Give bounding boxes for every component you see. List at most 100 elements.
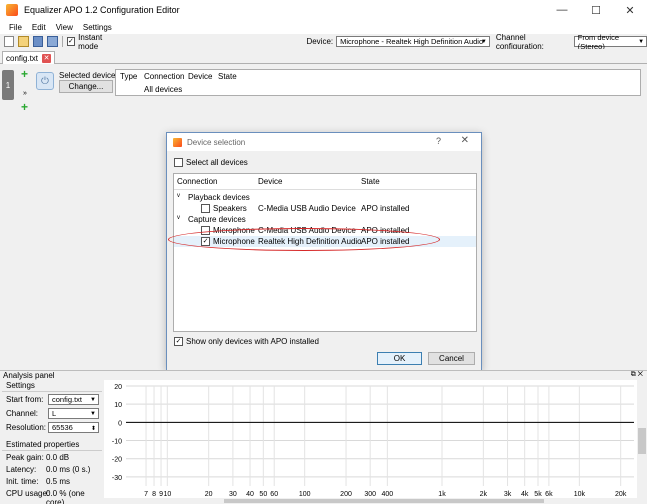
device-checkbox[interactable]: ✓ [201, 237, 210, 246]
new-file-icon[interactable] [4, 36, 15, 47]
expand-arrow-icon[interactable]: v [177, 215, 180, 221]
channel-config-select[interactable]: From device (Stereo) ▼ [573, 33, 647, 51]
tab-strip: config.txt ✕ [0, 49, 647, 64]
device-row-selected[interactable]: ✓ Microphone Realtek High Definition Aud… [174, 236, 476, 247]
resolution-spinbox[interactable]: 65536 ⬍ [48, 422, 99, 433]
h-scrollbar-thumb [224, 499, 544, 503]
window-title: Equalizer APO 1.2 Configuration Editor [24, 5, 180, 15]
dialog-title: Device selection [187, 137, 246, 147]
x-tick-label: 4k [521, 491, 529, 498]
help-icon[interactable]: ? [436, 136, 441, 146]
x-tick-label: 300 [364, 491, 376, 498]
start-from-select[interactable]: config.txt ▼ [48, 394, 99, 405]
device-row[interactable]: Microphone C-Media USB Audio Device APO … [174, 225, 476, 236]
column-state: State [361, 177, 380, 186]
chevron-down-icon: ▼ [90, 411, 96, 417]
column-type: Type [120, 72, 138, 81]
device-label: Device: [306, 37, 334, 46]
x-tick-label: 2k [480, 491, 488, 498]
menu-settings[interactable]: Settings [78, 23, 117, 32]
channel-label: Channel: [6, 409, 39, 418]
add-filter-below-icon[interactable]: + [21, 100, 28, 114]
change-devices-button[interactable]: Change... [59, 80, 113, 93]
y-tick-label: 10 [114, 402, 122, 409]
v-scrollbar-thumb [638, 428, 646, 454]
peak-gain-label: Peak gain: [6, 453, 44, 462]
expand-arrow-icon[interactable]: v [177, 193, 180, 199]
menu-view[interactable]: View [51, 23, 78, 32]
chevron-down-icon: ▼ [638, 39, 645, 45]
all-devices-value: All devices [144, 85, 183, 94]
add-filter-icon[interactable]: + [21, 67, 28, 81]
select-all-label: Select all devices [186, 158, 248, 167]
y-tick-label: -30 [112, 475, 122, 482]
device-name: C-Media USB Audio Device [258, 204, 356, 213]
group-playback-devices[interactable]: v Playback devices [174, 192, 476, 203]
expand-icon[interactable]: » [23, 90, 27, 97]
tab-close-icon[interactable]: ✕ [42, 53, 52, 63]
group-label: Capture devices [188, 215, 246, 224]
instant-mode-checkbox[interactable]: ✓ [66, 37, 76, 46]
x-tick-label: 8 [152, 491, 156, 498]
x-tick-label: 20k [615, 491, 627, 498]
save-icon[interactable] [32, 36, 44, 47]
show-only-apo-checkbox[interactable]: ✓ [174, 337, 183, 346]
tab-config-txt[interactable]: config.txt ✕ [2, 51, 56, 64]
channel-value: L [52, 409, 57, 418]
selected-devices-table: Type Connection Device State All devices [115, 69, 641, 96]
power-icon[interactable]: ⏻ [36, 72, 54, 90]
device-name: C-Media USB Audio Device [258, 226, 356, 235]
group-label: Playback devices [188, 193, 250, 202]
device-row[interactable]: Speakers C-Media USB Audio Device APO in… [174, 203, 476, 214]
cancel-button[interactable]: Cancel [428, 352, 475, 365]
y-tick-label: -20 [112, 457, 122, 464]
close-button[interactable]: ✕ [613, 0, 647, 20]
device-selection-dialog: Device selection ? ✕ Select all devices … [166, 132, 482, 371]
settings-group-title: Settings [6, 381, 35, 390]
frequency-response-graph[interactable]: 20 10 0 -10 -20 -30 7 8 9 10 20 30 40 50 60 100 200 300 40… [104, 380, 647, 504]
dialog-body: Select all devices Connection Device Sta… [167, 151, 481, 371]
chevron-down-icon: ▼ [480, 39, 487, 45]
select-all-row[interactable]: Select all devices [174, 158, 248, 167]
title-bar: Equalizer APO 1.2 Configuration Editor —… [0, 0, 647, 20]
x-tick-label: 1k [438, 491, 446, 498]
panel-float-close-icons[interactable]: ⧉ ✕ [631, 371, 643, 379]
select-all-checkbox[interactable] [174, 158, 183, 167]
x-tick-label: 50 [259, 491, 267, 498]
show-only-apo-row[interactable]: ✓ Show only devices with APO installed [174, 337, 319, 346]
device-state: APO installed [361, 204, 410, 213]
channel-config-value: From device (Stereo) [577, 32, 619, 51]
analysis-panel-title: Analysis panel [3, 371, 55, 380]
y-tick-label: -10 [112, 439, 122, 446]
minimize-button[interactable]: — [545, 0, 579, 20]
device-tree[interactable]: Connection Device State v Playback devic… [173, 173, 477, 332]
cpu-usage-value: 0.0 % (one core) [46, 489, 85, 504]
menu-file[interactable]: File [4, 23, 27, 32]
device-select[interactable]: Microphone - Realtek High Definition Aud… [336, 36, 490, 47]
x-tick-label: 400 [382, 491, 394, 498]
dialog-close-icon[interactable]: ✕ [461, 135, 469, 146]
ok-button[interactable]: OK [377, 352, 422, 365]
group-capture-devices[interactable]: v Capture devices [174, 214, 476, 225]
graph-canvas: 20100-10-20-307 8 9 10 20 30 40 50 60 100 200 300 40… [104, 380, 647, 504]
device-name: Realtek High Definition Audio [258, 237, 362, 246]
spinner-icon[interactable]: ⬍ [91, 425, 96, 432]
maximize-button[interactable]: ☐ [579, 0, 613, 20]
toolbar-separator [61, 36, 63, 47]
channel-select[interactable]: L ▼ [48, 408, 99, 419]
header-divider [174, 189, 476, 190]
channel-config-label: Channel configuration: [495, 32, 544, 51]
save-as-icon[interactable] [47, 36, 58, 47]
x-tick-label: 40 [246, 491, 254, 498]
column-connection: Connection [177, 177, 218, 186]
latency-value: 0.0 ms (0 s.) [46, 465, 91, 474]
resolution-value: 65536 [52, 423, 73, 432]
device-connection: Speakers [213, 204, 247, 213]
app-icon [6, 4, 18, 16]
menu-edit[interactable]: Edit [27, 23, 51, 32]
device-checkbox[interactable] [201, 204, 210, 213]
filter-row-number[interactable]: 1 [2, 70, 14, 100]
device-checkbox[interactable] [201, 226, 210, 235]
open-folder-icon[interactable] [18, 36, 29, 47]
column-device: Device [258, 177, 283, 186]
